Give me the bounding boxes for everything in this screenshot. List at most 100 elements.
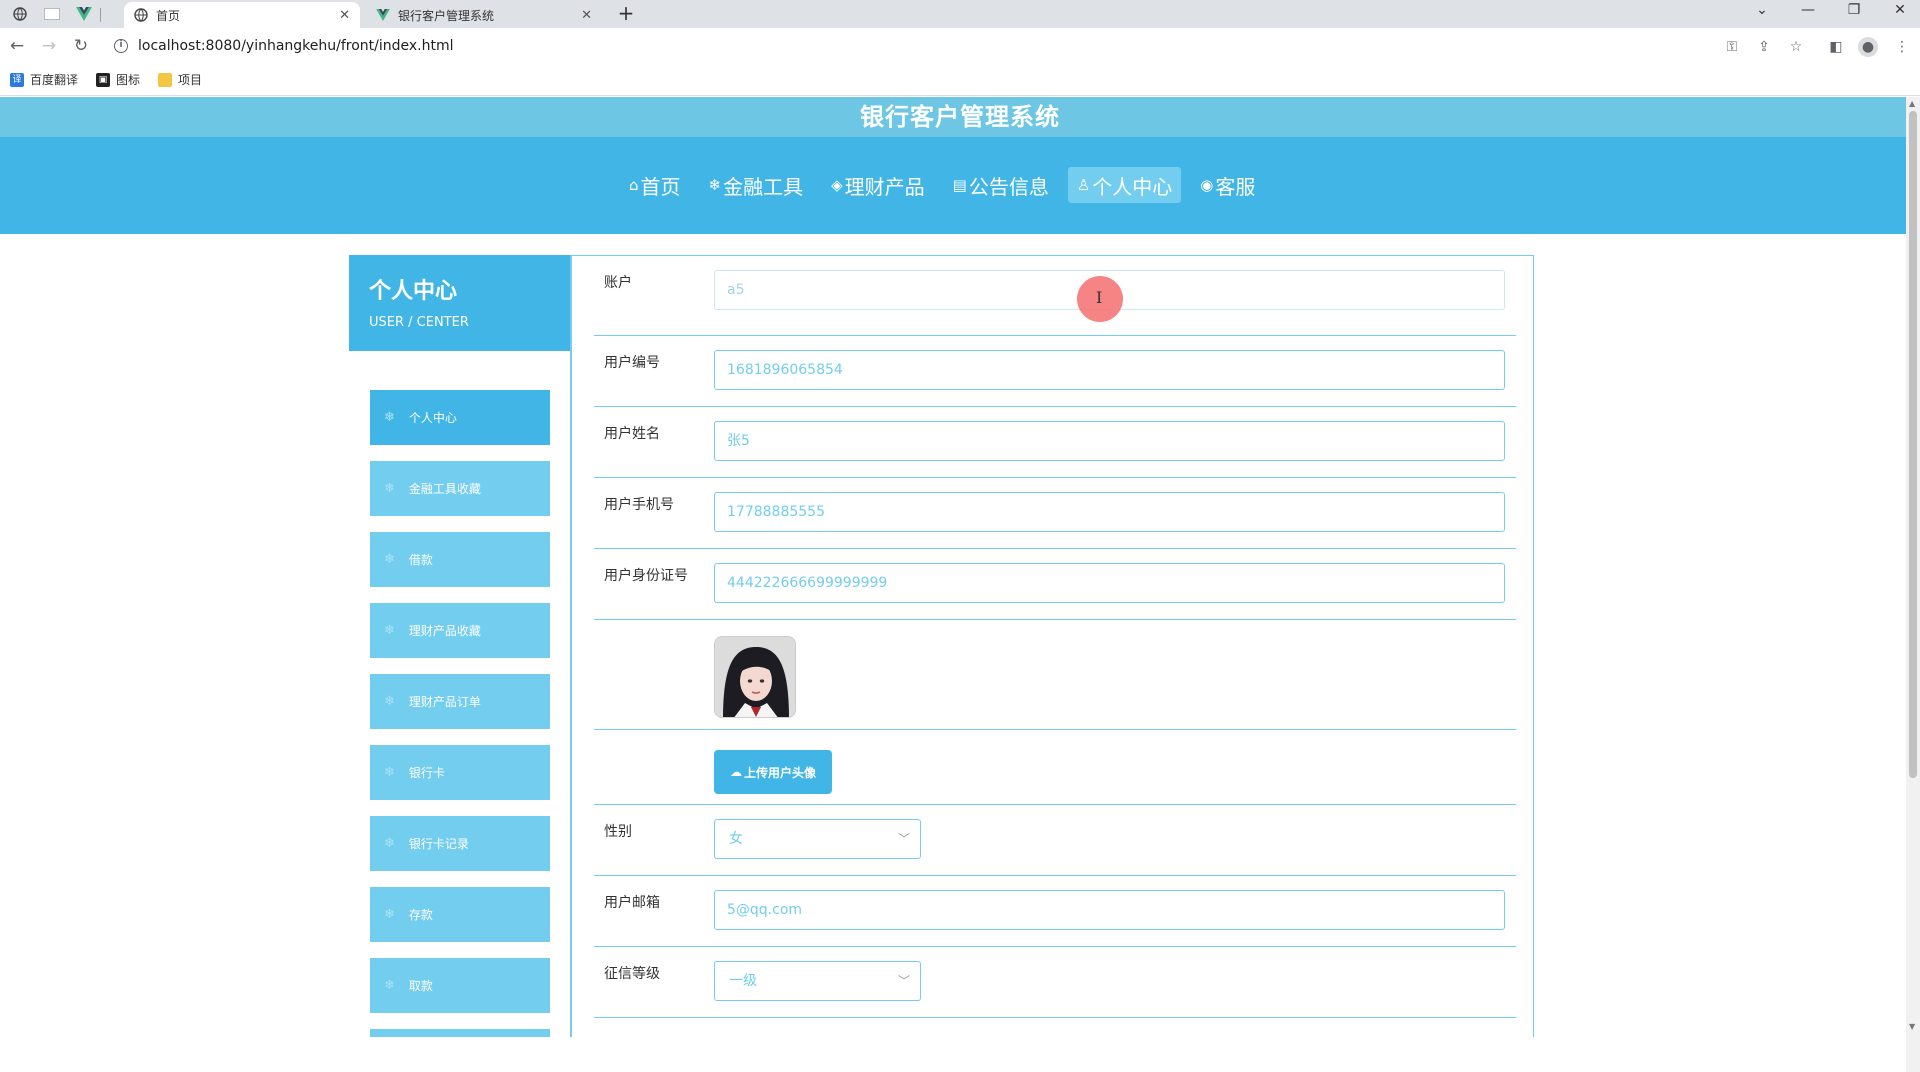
nav-announcements[interactable]: ▤ 公告信息 [944,167,1058,203]
browser-toolbar: ← → ↻ i localhost:8080/yinhangkehu/front… [0,28,1920,64]
key-icon[interactable]: ⚿ [1722,37,1742,57]
user-no-field[interactable]: 1681896065854 [714,350,1505,390]
scroll-up-icon[interactable]: ▲ [1909,99,1915,108]
sidebar-item-product-favorites[interactable]: ❄ 理财产品收藏 [370,603,550,658]
share-icon[interactable]: ⇪ [1754,37,1774,57]
address-bar[interactable]: i localhost:8080/yinhangkehu/front/index… [106,32,1766,60]
nav-label: 公告信息 [968,174,1049,199]
form-row-gender: 性别 女 ﹀ [594,805,1516,876]
snowflake-icon: ❄ [384,694,395,709]
credit-label: 征信等级 [604,966,660,982]
chat-icon: ◉ [1200,176,1214,194]
user-no-label: 用户编号 [604,355,660,371]
credit-value: 一级 [729,973,757,989]
profile-icon[interactable]: ● [1858,37,1878,57]
blank-page-icon[interactable] [36,2,68,26]
close-icon[interactable]: ✕ [339,8,350,23]
globe-icon[interactable] [4,2,36,26]
scrollbar-thumb[interactable] [1909,111,1917,778]
new-tab-button[interactable]: + [614,2,638,26]
form-row-upload: ☁ 上传用户头像 [594,730,1516,805]
profile-form: 账户 a5 用户编号 1681896065854 用户姓名 张5 用户手机号 1… [570,255,1534,1072]
sidebar-item-label: 存款 [408,908,433,922]
sidebar-header: 个人中心 USER / CENTER [349,255,570,351]
gender-select[interactable]: 女 ﹀ [714,819,921,859]
form-row-name: 用户姓名 张5 [594,407,1516,478]
sidebar-item-card-records[interactable]: ❄ 银行卡记录 [370,816,550,871]
chevron-down-icon: ﹀ [897,832,910,846]
info-icon[interactable]: i [114,39,128,53]
bookmark-label: 项目 [178,73,203,87]
url-text: localhost:8080/yinhangkehu/front/index.h… [138,38,454,54]
account-label: 账户 [604,275,632,291]
nav-customer-service[interactable]: ◉ 客服 [1191,167,1264,203]
gender-label: 性别 [604,824,632,840]
restore-button[interactable]: ❐ [1832,0,1876,22]
phone-field[interactable]: 17788885555 [714,492,1505,532]
upload-avatar-button[interactable]: ☁ 上传用户头像 [714,750,832,794]
tab-search-icon[interactable]: ⌄ [1740,0,1784,22]
gender-value: 女 [729,831,743,847]
menu-icon[interactable]: ⋮ [1892,37,1912,57]
avatar [714,636,796,718]
form-row-credit: 征信等级 一级 ﹀ [594,947,1516,1018]
close-window-button[interactable]: ✕ [1878,0,1920,22]
sidebar-item-personal-center[interactable]: ❄ 个人中心 [370,390,550,445]
bookmark-icons[interactable]: ▣ 图标 [96,71,140,88]
nav-personal-center[interactable]: ♙ 个人中心 [1067,167,1182,203]
minimize-button[interactable]: — [1786,0,1830,22]
reload-icon[interactable]: ↻ [68,33,94,59]
sidebar-item-label: 金融工具收藏 [408,482,481,496]
tab-title: 首页 [156,8,181,23]
nav-label: 金融工具 [723,174,804,199]
nav-home[interactable]: ⌂ 首页 [620,167,690,203]
star-icon[interactable]: ☆ [1786,37,1806,57]
upload-button-label: 上传用户头像 [743,765,816,780]
document-icon: ▤ [952,176,967,194]
sidebar-item-label: 银行卡记录 [408,837,469,851]
bookmark-baidu-translate[interactable]: 译 百度翻译 [10,71,78,88]
sidebar-item-label: 取款 [408,979,433,993]
side-panel-icon[interactable]: ◧ [1826,37,1846,57]
sidebar-item-tool-favorites[interactable]: ❄ 金融工具收藏 [370,461,550,516]
cloud-upload-icon: ☁ [729,765,742,779]
vue-icon[interactable] [68,2,100,26]
scroll-down-icon[interactable]: ▼ [1909,1022,1915,1031]
snowflake-icon: ❄ [384,765,395,780]
sidebar-item-label: 银行卡 [408,766,445,780]
form-row-idcard: 用户身份证号 444222666699999999 [594,549,1516,620]
nav-financial-tools[interactable]: ❄ 金融工具 [700,167,813,203]
credit-select[interactable]: 一级 ﹀ [714,961,921,1001]
layers-icon: ◈ [831,176,843,194]
tab-home[interactable]: 首页 ✕ [124,2,360,28]
scrollbar[interactable]: ▲ ▼ [1906,97,1920,1072]
back-icon[interactable]: ← [4,33,30,59]
form-row-avatar [594,620,1516,730]
sidebar-item-withdraw[interactable]: ❄ 取款 [370,958,550,1013]
image-icon: ▣ [96,72,111,87]
sidebar-item-bank-card[interactable]: ❄ 银行卡 [370,745,550,800]
snowflake-icon: ❄ [384,907,395,922]
bookmark-project[interactable]: 项目 [158,71,202,88]
tab-title: 银行客户管理系统 [398,8,495,23]
idcard-label: 用户身份证号 [604,568,688,584]
folder-icon [158,72,173,87]
tab-bank-system[interactable]: 银行客户管理系统 ✕ [366,2,602,28]
nav-label: 理财产品 [844,174,925,199]
name-field[interactable]: 张5 [714,421,1505,461]
forward-icon[interactable]: → [36,33,62,59]
form-row-account: 账户 a5 [594,256,1516,336]
idcard-field[interactable]: 444222666699999999 [714,563,1505,603]
nav-label: 个人中心 [1092,174,1173,199]
close-icon[interactable]: ✕ [581,8,592,23]
nav-wealth-products[interactable]: ◈ 理财产品 [822,167,934,203]
sidebar-item-deposit[interactable]: ❄ 存款 [370,887,550,942]
snowflake-icon: ❄ [384,410,395,425]
sidebar-item-loan[interactable]: ❄ 借款 [370,532,550,587]
chevron-down-icon: ﹀ [897,974,910,988]
sidebar-item-label: 个人中心 [408,411,457,425]
sidebar-item-product-orders[interactable]: ❄ 理财产品订单 [370,674,550,729]
form-row-phone: 用户手机号 17788885555 [594,478,1516,549]
email-field[interactable]: 5@qq.com [714,890,1505,930]
site-title: 银行客户管理系统 [0,97,1920,137]
